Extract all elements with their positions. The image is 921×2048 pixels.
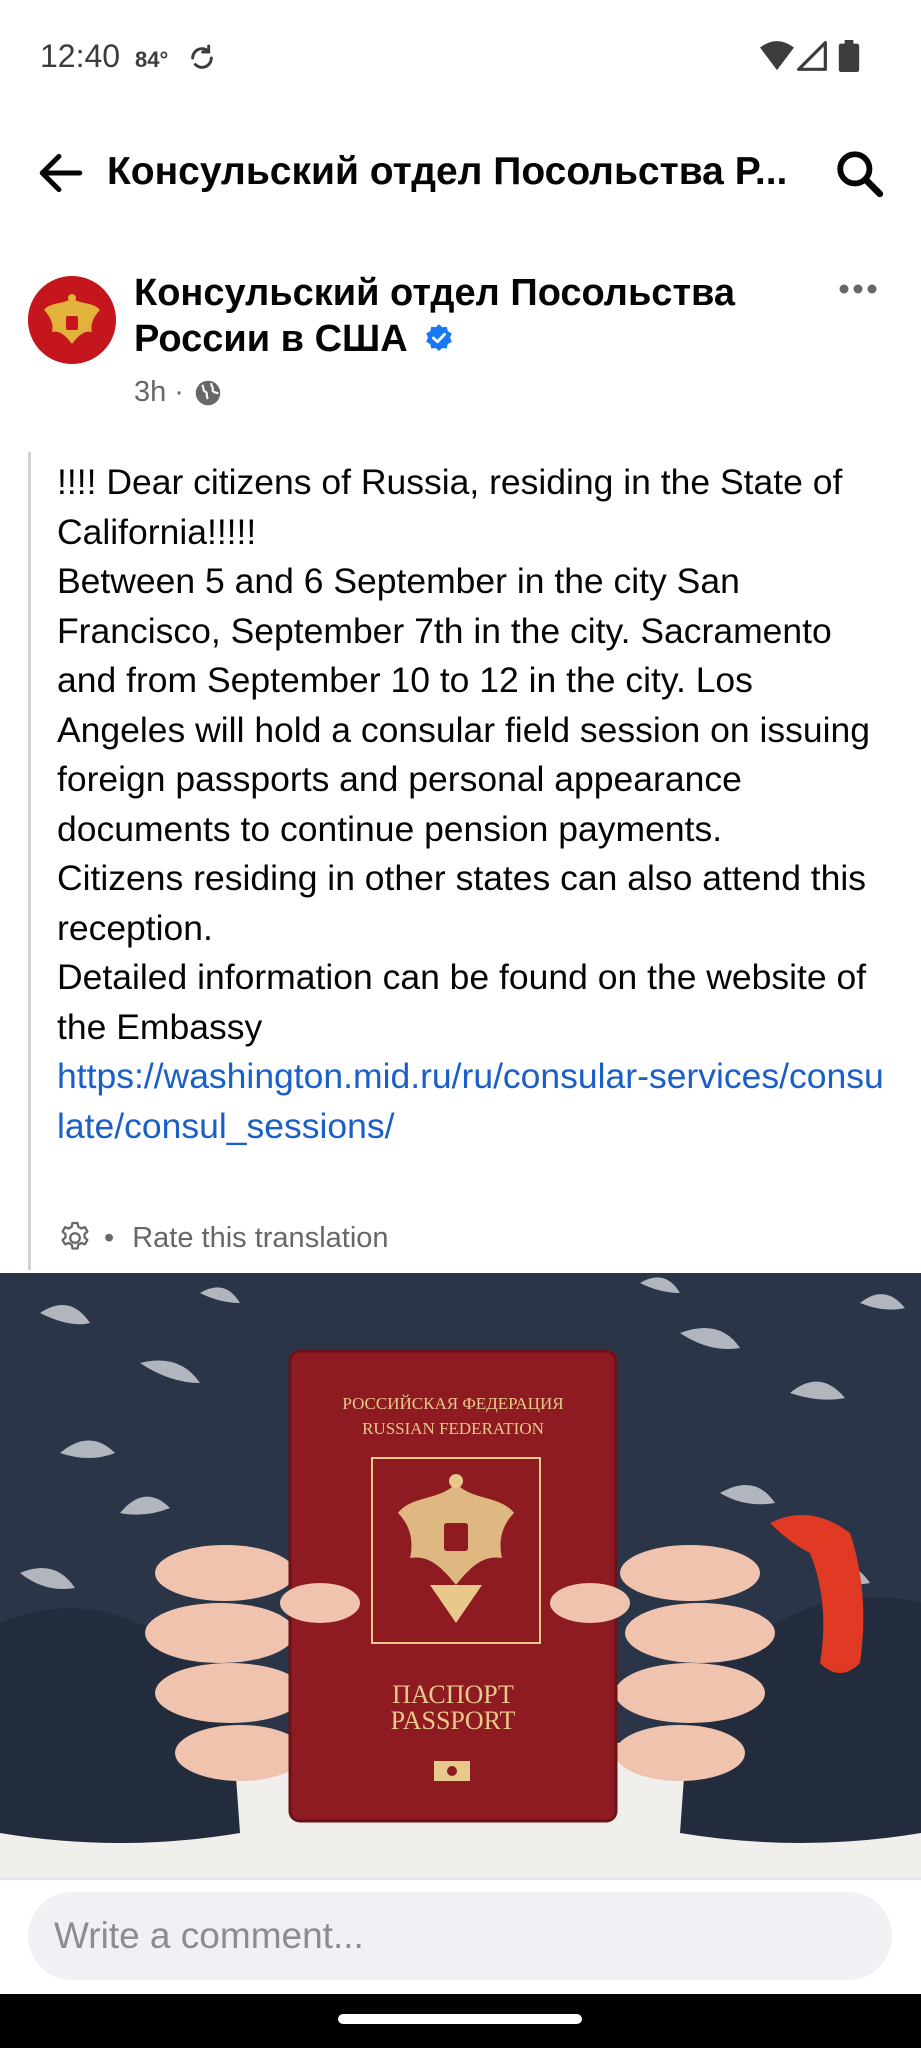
page-name[interactable]: Консульский отдел Посольства России в СШ… xyxy=(134,270,774,362)
post-time[interactable]: 3h xyxy=(134,376,166,409)
passport-bottom-en: PASSPORT xyxy=(391,1706,516,1735)
verified-badge-icon xyxy=(426,324,452,351)
rate-translation-link[interactable]: Rate this translation xyxy=(132,1222,388,1254)
comment-input[interactable] xyxy=(28,1892,892,1980)
embassy-link[interactable]: https://washington.mid.ru/ru/consular-se… xyxy=(57,1056,884,1146)
status-temperature: 84° xyxy=(135,47,169,72)
globe-icon xyxy=(195,380,221,405)
rate-translation-row: • Rate this translation xyxy=(104,1222,389,1255)
translation-separator: • xyxy=(104,1222,115,1254)
status-time: 12:40 xyxy=(40,38,121,74)
post-meta: 3h · xyxy=(134,376,222,409)
passport-top-en: RUSSIAN FEDERATION xyxy=(362,1419,544,1438)
page-avatar[interactable] xyxy=(28,276,116,364)
back-arrow-icon[interactable] xyxy=(36,148,86,198)
post-paragraph: !!!! Dear citizens of Russia, residing i… xyxy=(57,462,843,552)
cell-signal-icon xyxy=(797,41,827,71)
gear-icon[interactable] xyxy=(57,1220,93,1256)
comment-divider xyxy=(0,1878,921,1880)
post-body: !!!! Dear citizens of Russia, residing i… xyxy=(57,458,887,1151)
post-paragraph: Citizens residing in other states can al… xyxy=(57,858,867,948)
post-photo[interactable]: РОССИЙСКАЯ ФЕДЕРАЦИЯ RUSSIAN FEDERATION … xyxy=(0,1273,921,1878)
post-paragraph: Between 5 and 6 September in the city Sa… xyxy=(57,561,871,849)
wifi-icon xyxy=(760,41,794,71)
more-options-icon[interactable] xyxy=(838,282,878,296)
search-icon[interactable] xyxy=(834,148,884,198)
quote-bar xyxy=(28,452,31,1270)
home-gesture-handle[interactable] xyxy=(338,2014,582,2024)
header-title: Консульский отдел Посольства Р... xyxy=(107,150,788,193)
coat-of-arms-icon xyxy=(28,276,116,364)
passport-top-ru: РОССИЙСКАЯ ФЕДЕРАЦИЯ xyxy=(342,1394,563,1413)
meta-separator: · xyxy=(174,376,184,408)
sync-icon xyxy=(191,44,213,69)
passport-bottom-ru: ПАСПОРТ xyxy=(392,1680,514,1709)
battery-icon xyxy=(838,40,860,72)
post-paragraph: Detailed information can be found on the… xyxy=(57,957,867,1047)
